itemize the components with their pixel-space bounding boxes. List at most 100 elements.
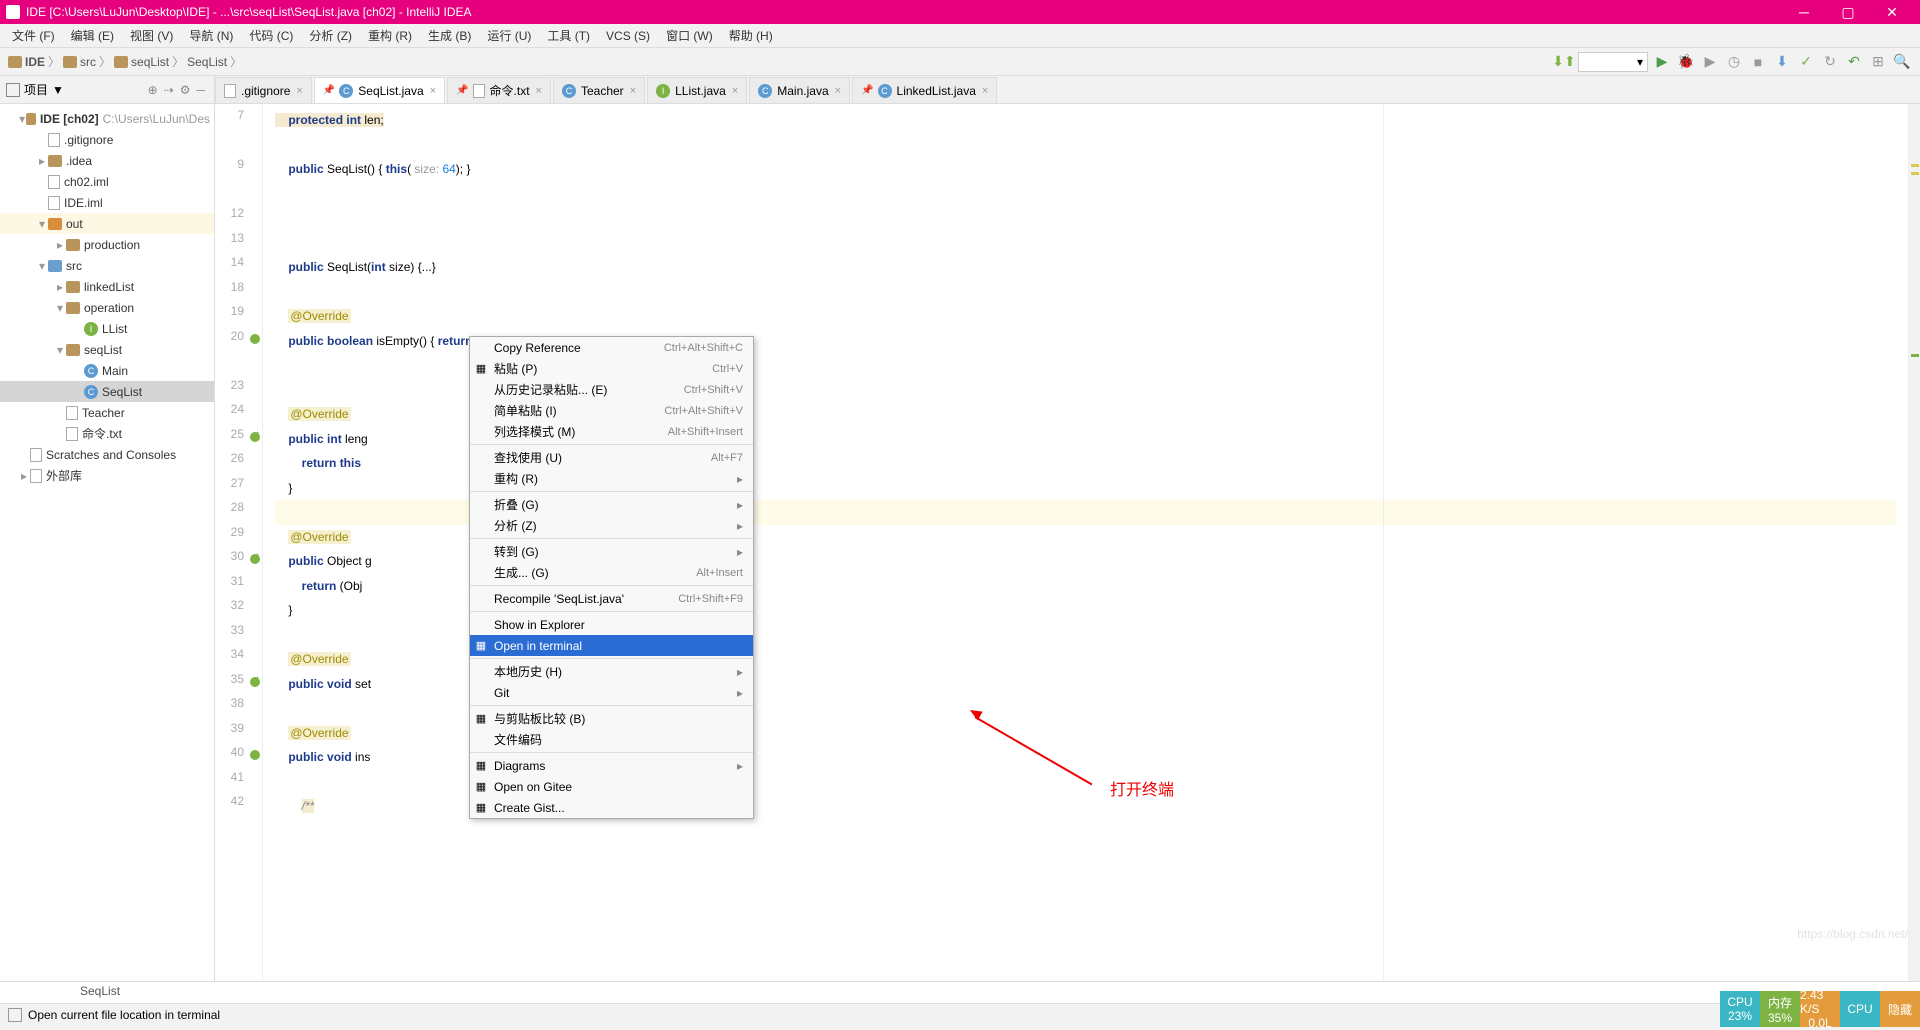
tree-item[interactable]: Teacher bbox=[0, 402, 214, 423]
tree-item[interactable]: IDE.iml bbox=[0, 192, 214, 213]
hide-icon[interactable]: ─ bbox=[196, 83, 205, 97]
context-menu-item[interactable]: ▦Diagrams▸ bbox=[470, 755, 753, 776]
tree-item[interactable]: .gitignore bbox=[0, 129, 214, 150]
debug-icon[interactable]: 🐞 bbox=[1676, 52, 1696, 72]
menu-window[interactable]: 窗口 (W) bbox=[658, 25, 721, 46]
tree-item[interactable]: ▸linkedList bbox=[0, 276, 214, 297]
close-tab-icon[interactable]: × bbox=[430, 85, 436, 97]
perf-cpu[interactable]: CPU23% bbox=[1720, 991, 1760, 1027]
close-tab-icon[interactable]: × bbox=[835, 85, 841, 97]
profile-icon[interactable]: ◷ bbox=[1724, 52, 1744, 72]
context-menu-item[interactable]: Git▸ bbox=[470, 682, 753, 703]
collapse-icon[interactable]: ⊕ bbox=[148, 83, 158, 97]
editor-breadcrumb[interactable]: SeqList bbox=[0, 981, 1920, 1003]
editor-tab[interactable]: 📌CLinkedList.java× bbox=[852, 77, 997, 103]
folder-icon bbox=[8, 56, 22, 68]
tree-item[interactable]: ▸.idea bbox=[0, 150, 214, 171]
context-menu-item[interactable]: 本地历史 (H)▸ bbox=[470, 661, 753, 682]
tree-item[interactable]: 命令.txt bbox=[0, 423, 214, 444]
menu-build[interactable]: 生成 (B) bbox=[420, 25, 479, 46]
coverage-icon[interactable]: ▶ bbox=[1700, 52, 1720, 72]
minimize-button[interactable]: ─ bbox=[1782, 0, 1826, 24]
context-menu-item[interactable]: 分析 (Z)▸ bbox=[470, 515, 753, 536]
perf-hide[interactable]: 隐藏 bbox=[1880, 991, 1920, 1027]
context-menu-item[interactable]: 生成... (G)Alt+Insert bbox=[470, 562, 753, 583]
file-icon bbox=[66, 427, 78, 441]
menu-navigate[interactable]: 导航 (N) bbox=[181, 25, 241, 46]
run-icon[interactable]: ▶ bbox=[1652, 52, 1672, 72]
build-icon[interactable]: ⬇⬆ bbox=[1554, 52, 1574, 72]
run-config-dropdown[interactable]: ▾ bbox=[1578, 52, 1648, 72]
perf-mem[interactable]: 内存35% bbox=[1760, 991, 1800, 1027]
context-menu-item[interactable]: ▦Open on Gitee bbox=[470, 776, 753, 797]
tree-scratches[interactable]: Scratches and Consoles bbox=[0, 444, 214, 465]
maximize-button[interactable]: ▢ bbox=[1826, 0, 1870, 24]
menu-analyze[interactable]: 分析 (Z) bbox=[301, 25, 360, 46]
menu-refactor[interactable]: 重构 (R) bbox=[360, 25, 420, 46]
context-menu-item[interactable]: 文件编码 bbox=[470, 729, 753, 750]
breadcrumb[interactable]: IDE 〉 src 〉 seqList 〉 SeqList 〉 bbox=[8, 53, 245, 70]
git-revert-icon[interactable]: ↶ bbox=[1844, 52, 1864, 72]
tree-root[interactable]: ▾IDE [ch02]C:\Users\LuJun\Des bbox=[0, 108, 214, 129]
menu-code[interactable]: 代码 (C) bbox=[241, 25, 301, 46]
terminal-icon[interactable] bbox=[8, 1008, 22, 1022]
context-menu-item[interactable]: 重构 (R)▸ bbox=[470, 468, 753, 489]
context-menu-item[interactable]: 转到 (G)▸ bbox=[470, 541, 753, 562]
context-menu-item[interactable]: 查找使用 (U)Alt+F7 bbox=[470, 447, 753, 468]
structure-icon[interactable]: ⊞ bbox=[1868, 52, 1888, 72]
context-menu-item[interactable]: ▦Create Gist... bbox=[470, 797, 753, 818]
menu-view[interactable]: 视图 (V) bbox=[122, 25, 181, 46]
context-menu-item[interactable]: ▦与剪贴板比较 (B) bbox=[470, 708, 753, 729]
close-tab-icon[interactable]: × bbox=[630, 85, 636, 97]
context-menu-item[interactable]: Show in Explorer bbox=[470, 614, 753, 635]
tree-external[interactable]: ▸外部库 bbox=[0, 465, 214, 486]
editor-tab[interactable]: 📌命令.txt× bbox=[447, 77, 551, 103]
close-tab-icon[interactable]: × bbox=[536, 85, 542, 97]
tree-item[interactable]: ▾src bbox=[0, 255, 214, 276]
menu-help[interactable]: 帮助 (H) bbox=[721, 25, 781, 46]
context-menu-item[interactable]: 从历史记录粘贴... (E)Ctrl+Shift+V bbox=[470, 379, 753, 400]
git-update-icon[interactable]: ⬇ bbox=[1772, 52, 1792, 72]
search-icon[interactable]: 🔍 bbox=[1892, 52, 1912, 72]
scroll-icon[interactable]: ⇢ bbox=[164, 83, 174, 97]
tree-item[interactable]: ▾operation bbox=[0, 297, 214, 318]
main-split: 项目 ▼ ⊕ ⇢ ⚙ ─ ▾IDE [ch02]C:\Users\LuJun\D… bbox=[0, 76, 1920, 981]
tree-item[interactable]: ▸production bbox=[0, 234, 214, 255]
settings-icon[interactable]: ⚙ bbox=[180, 83, 191, 97]
tree-item[interactable]: ▾out bbox=[0, 213, 214, 234]
perf-cpu2[interactable]: CPU bbox=[1840, 991, 1880, 1027]
close-tab-icon[interactable]: × bbox=[732, 85, 738, 97]
shortcut: Alt+Insert bbox=[696, 567, 743, 579]
perf-net[interactable]: 2.43 K/S0.0L bbox=[1800, 991, 1840, 1027]
stop-icon[interactable]: ■ bbox=[1748, 52, 1768, 72]
close-tab-icon[interactable]: × bbox=[296, 85, 302, 97]
tree-item[interactable]: ▾seqList bbox=[0, 339, 214, 360]
close-tab-icon[interactable]: × bbox=[982, 85, 988, 97]
editor-tab[interactable]: .gitignore× bbox=[215, 77, 312, 103]
menu-edit[interactable]: 编辑 (E) bbox=[63, 25, 122, 46]
menu-label: 从历史记录粘贴... (E) bbox=[494, 381, 607, 398]
marker-stripe[interactable] bbox=[1908, 104, 1920, 981]
context-menu-item[interactable]: 简单粘贴 (I)Ctrl+Alt+Shift+V bbox=[470, 400, 753, 421]
editor-tab[interactable]: 📌CSeqList.java× bbox=[314, 77, 445, 103]
close-button[interactable]: ✕ bbox=[1870, 0, 1914, 24]
tree-item[interactable]: ch02.iml bbox=[0, 171, 214, 192]
menu-vcs[interactable]: VCS (S) bbox=[598, 27, 658, 45]
editor-tab[interactable]: CMain.java× bbox=[749, 77, 850, 103]
editor-tab[interactable]: ILList.java× bbox=[647, 77, 747, 103]
tree-item-selected[interactable]: CSeqList bbox=[0, 381, 214, 402]
menu-file[interactable]: 文件 (F) bbox=[4, 25, 63, 46]
git-history-icon[interactable]: ↻ bbox=[1820, 52, 1840, 72]
context-menu-item[interactable]: 列选择模式 (M)Alt+Shift+Insert bbox=[470, 421, 753, 442]
context-menu-item[interactable]: Recompile 'SeqList.java'Ctrl+Shift+F9 bbox=[470, 588, 753, 609]
git-commit-icon[interactable]: ✓ bbox=[1796, 52, 1816, 72]
tree-item[interactable]: ILList bbox=[0, 318, 214, 339]
tree-item[interactable]: CMain bbox=[0, 360, 214, 381]
menu-tools[interactable]: 工具 (T) bbox=[539, 25, 598, 46]
menu-run[interactable]: 运行 (U) bbox=[479, 25, 539, 46]
context-menu-item[interactable]: ▦Open in terminal bbox=[470, 635, 753, 656]
context-menu-item[interactable]: Copy ReferenceCtrl+Alt+Shift+C bbox=[470, 337, 753, 358]
context-menu-item[interactable]: 折叠 (G)▸ bbox=[470, 494, 753, 515]
editor-tab[interactable]: CTeacher× bbox=[553, 77, 645, 103]
context-menu-item[interactable]: ▦粘贴 (P)Ctrl+V bbox=[470, 358, 753, 379]
